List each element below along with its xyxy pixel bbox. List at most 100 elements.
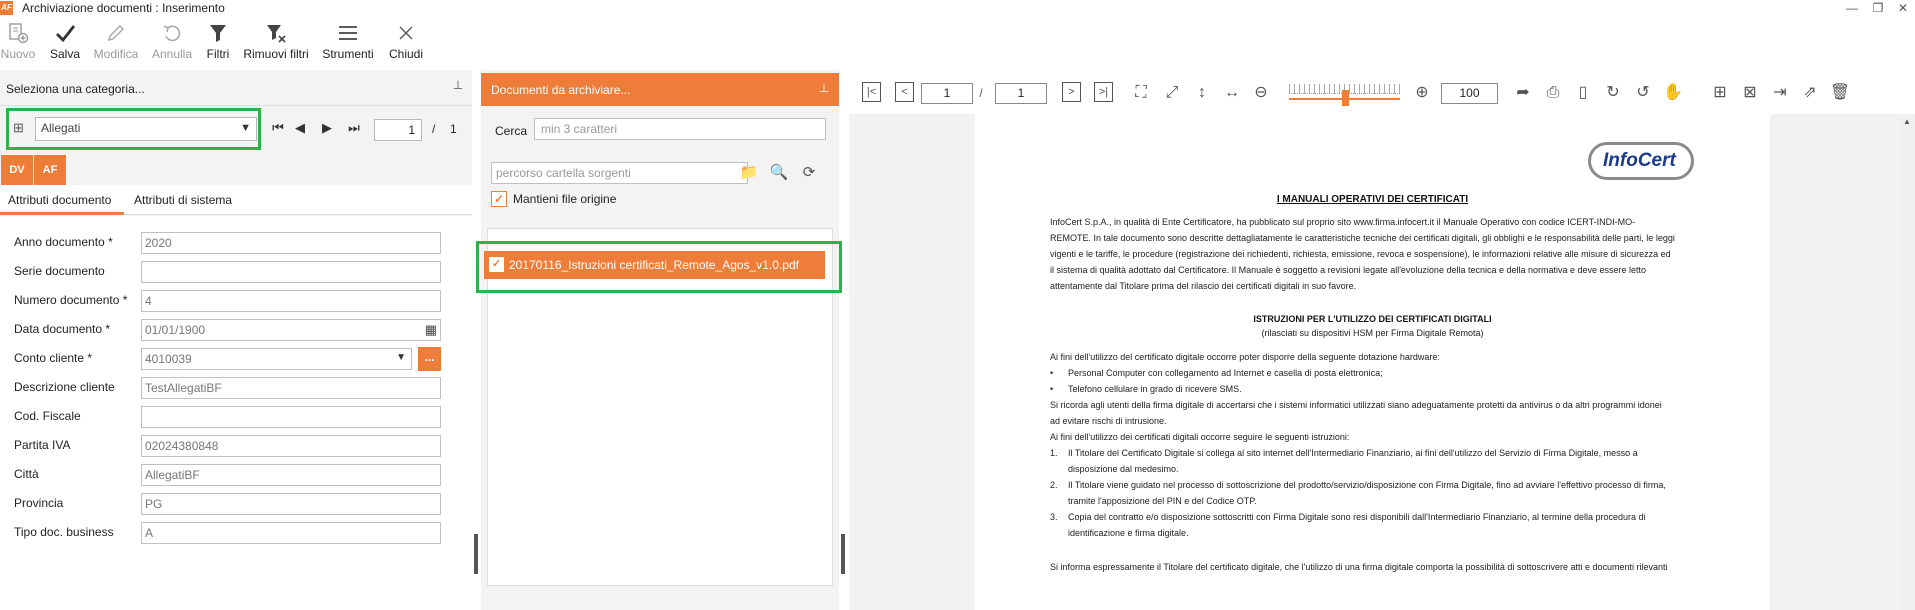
new-button[interactable]: Nuovo xyxy=(0,22,36,68)
fit-height-icon[interactable]: ↕ xyxy=(1191,82,1213,104)
filters-button[interactable]: Filtri xyxy=(203,22,233,68)
tipodoc-input[interactable]: A xyxy=(141,522,441,544)
last-page-icon[interactable]: >| xyxy=(1094,82,1113,102)
window-title: Archiviazione documenti : Inserimento xyxy=(22,1,225,15)
first-page-icon[interactable]: |< xyxy=(862,82,881,102)
partitaiva-input[interactable]: 02024380848 xyxy=(141,435,441,457)
tab-af[interactable]: AF xyxy=(34,155,66,185)
tab-system-attributes[interactable]: Attributi di sistema xyxy=(134,193,232,207)
numero-input[interactable]: 4 xyxy=(141,290,441,312)
field-label: Città xyxy=(14,467,39,481)
tools-button[interactable]: Strumenti xyxy=(322,22,374,68)
zoom-input[interactable]: 100 xyxy=(1441,83,1498,104)
doc-intro: Ai fini dell'utilizzo del certificato di… xyxy=(1050,352,1440,362)
step-number: 1. xyxy=(1050,448,1058,458)
remove-filters-button[interactable]: Rimuovi filtri xyxy=(242,22,310,68)
share-icon[interactable]: ➦ xyxy=(1512,82,1534,104)
pin-icon[interactable]: ⊥ xyxy=(451,78,465,94)
active-tab-indicator xyxy=(0,212,124,215)
keep-original-label: Mantieni file origine xyxy=(513,192,617,206)
add-page-icon[interactable]: ⊞ xyxy=(1709,82,1731,104)
field-serie: Serie documento xyxy=(0,259,472,285)
doc-line: InfoCert S.p.A., in qualità di Ente Cert… xyxy=(1050,217,1636,227)
conto-select-value: 4010039 xyxy=(145,352,192,366)
field-numero: Numero documento * 4 xyxy=(0,288,472,314)
serie-input[interactable] xyxy=(141,261,441,283)
tab-document-attributes[interactable]: Attributi documento xyxy=(8,193,111,207)
viewer-scrollbar[interactable]: ▲ xyxy=(1899,114,1915,610)
export-page-icon[interactable]: ⇗ xyxy=(1799,82,1821,104)
scroll-up-icon[interactable]: ▲ xyxy=(1903,117,1911,126)
codfiscale-input[interactable] xyxy=(141,406,441,428)
next-page-icon[interactable]: > xyxy=(1062,82,1081,102)
descrizione-input[interactable]: TestAllegatiBF xyxy=(141,377,441,399)
fit-page-icon[interactable]: ⛶ xyxy=(1130,82,1152,104)
doc-line: Copia del contratto e/o disposizione sot… xyxy=(1068,512,1646,522)
citta-input[interactable]: AllegatiBF xyxy=(141,464,441,486)
delete-page-icon[interactable]: ⊠ xyxy=(1739,82,1761,104)
print-icon[interactable]: ⎙ xyxy=(1542,82,1564,104)
tab-dv[interactable]: DV xyxy=(1,155,33,185)
main-toolbar: Nuovo Salva Modifica Annulla Filtri Rimu… xyxy=(0,18,1915,70)
refresh-icon[interactable]: ⟳ xyxy=(799,163,819,183)
page-number-input[interactable]: 1 xyxy=(374,119,422,141)
edit-button[interactable]: Modifica xyxy=(91,22,141,68)
data-input[interactable]: 01/01/1900 ▦ xyxy=(141,319,441,341)
field-label: Tipo doc. business xyxy=(14,525,114,539)
keep-original-checkbox[interactable]: ✓ xyxy=(491,191,507,207)
bullet-text: Personal Computer con collegamento ad In… xyxy=(1068,368,1383,378)
next-page-icon[interactable]: ▶ xyxy=(317,118,337,138)
folder-icon[interactable]: 📁 xyxy=(739,163,759,183)
bullet-text: Telefono cellulare in grado di ricevere … xyxy=(1068,384,1242,394)
zoom-in-icon[interactable]: ⊕ xyxy=(1411,82,1433,104)
category-select[interactable]: Allegati ▼ xyxy=(35,117,257,141)
fullscreen-icon[interactable]: ⤢ xyxy=(1161,82,1183,104)
move-page-icon[interactable]: ⇥ xyxy=(1769,82,1791,104)
zoom-slider-thumb[interactable] xyxy=(1342,90,1349,106)
search-input[interactable]: min 3 caratteri xyxy=(534,118,826,140)
pan-hand-icon[interactable]: ✋ xyxy=(1662,82,1684,104)
file-checkbox[interactable]: ✓ xyxy=(489,257,504,272)
search-icon[interactable]: 🔍 xyxy=(769,163,789,183)
conto-select[interactable]: 4010039 ▼ xyxy=(141,348,412,370)
trash-icon[interactable]: 🗑 xyxy=(1829,82,1851,104)
maximize-button[interactable]: ❐ xyxy=(1866,0,1890,16)
pin-icon[interactable]: ⊥ xyxy=(817,81,831,97)
previous-page-icon[interactable]: < xyxy=(895,82,914,102)
last-page-icon[interactable]: ⏭ xyxy=(344,118,364,138)
fit-width-icon[interactable]: ↔ xyxy=(1221,82,1243,104)
close-button[interactable]: Chiudi xyxy=(387,22,425,68)
minimize-button[interactable]: — xyxy=(1840,0,1864,16)
zoom-out-icon[interactable]: ⊖ xyxy=(1250,82,1272,104)
provincia-input[interactable]: PG xyxy=(141,493,441,515)
conto-lookup-button[interactable]: ... xyxy=(418,347,441,371)
search-label: Cerca xyxy=(495,124,528,138)
calendar-icon[interactable]: ▦ xyxy=(425,322,437,338)
app-logo: AF xyxy=(0,1,13,15)
doc-line: ad evitare rischi di intrusione. xyxy=(1050,416,1167,426)
doc-line: Si ricorda agli utenti della firma digit… xyxy=(1050,400,1662,410)
file-list-item[interactable]: ✓ 20170116_Istruzioni certificati_Remote… xyxy=(484,251,825,279)
splitter-handle[interactable] xyxy=(474,534,478,574)
page-icon[interactable]: ▯ xyxy=(1572,82,1594,104)
source-folder-input[interactable]: percorso cartella sorgenti xyxy=(491,162,748,184)
attribute-tabs: Attributi documento Attributi di sistema xyxy=(0,185,472,215)
splitter-handle[interactable] xyxy=(841,534,845,574)
field-tipodoc: Tipo doc. business A xyxy=(0,520,472,546)
category-tabs: DV AF xyxy=(0,155,472,185)
cancel-button[interactable]: Annulla xyxy=(150,22,194,68)
save-button[interactable]: Salva xyxy=(48,22,82,68)
rotate-left-icon[interactable]: ↺ xyxy=(1632,82,1654,104)
doc-line: Il Titolare viene guidato nel processo d… xyxy=(1068,480,1666,490)
viewer-page-input[interactable]: 1 xyxy=(921,83,973,104)
doc-line: disposizione dal medesimo. xyxy=(1068,464,1179,474)
anno-input[interactable]: 2020 xyxy=(141,232,441,254)
chevron-down-icon: ▼ xyxy=(240,122,251,134)
filter-icon xyxy=(203,22,233,46)
previous-page-icon[interactable]: ◀ xyxy=(290,118,310,138)
tools-button-label: Strumenti xyxy=(322,47,374,61)
rotate-right-icon[interactable]: ↻ xyxy=(1602,82,1624,104)
close-window-button[interactable]: ✕ xyxy=(1891,0,1915,16)
field-provincia: Provincia PG xyxy=(0,491,472,517)
first-page-icon[interactable]: ⏮ xyxy=(268,118,288,138)
